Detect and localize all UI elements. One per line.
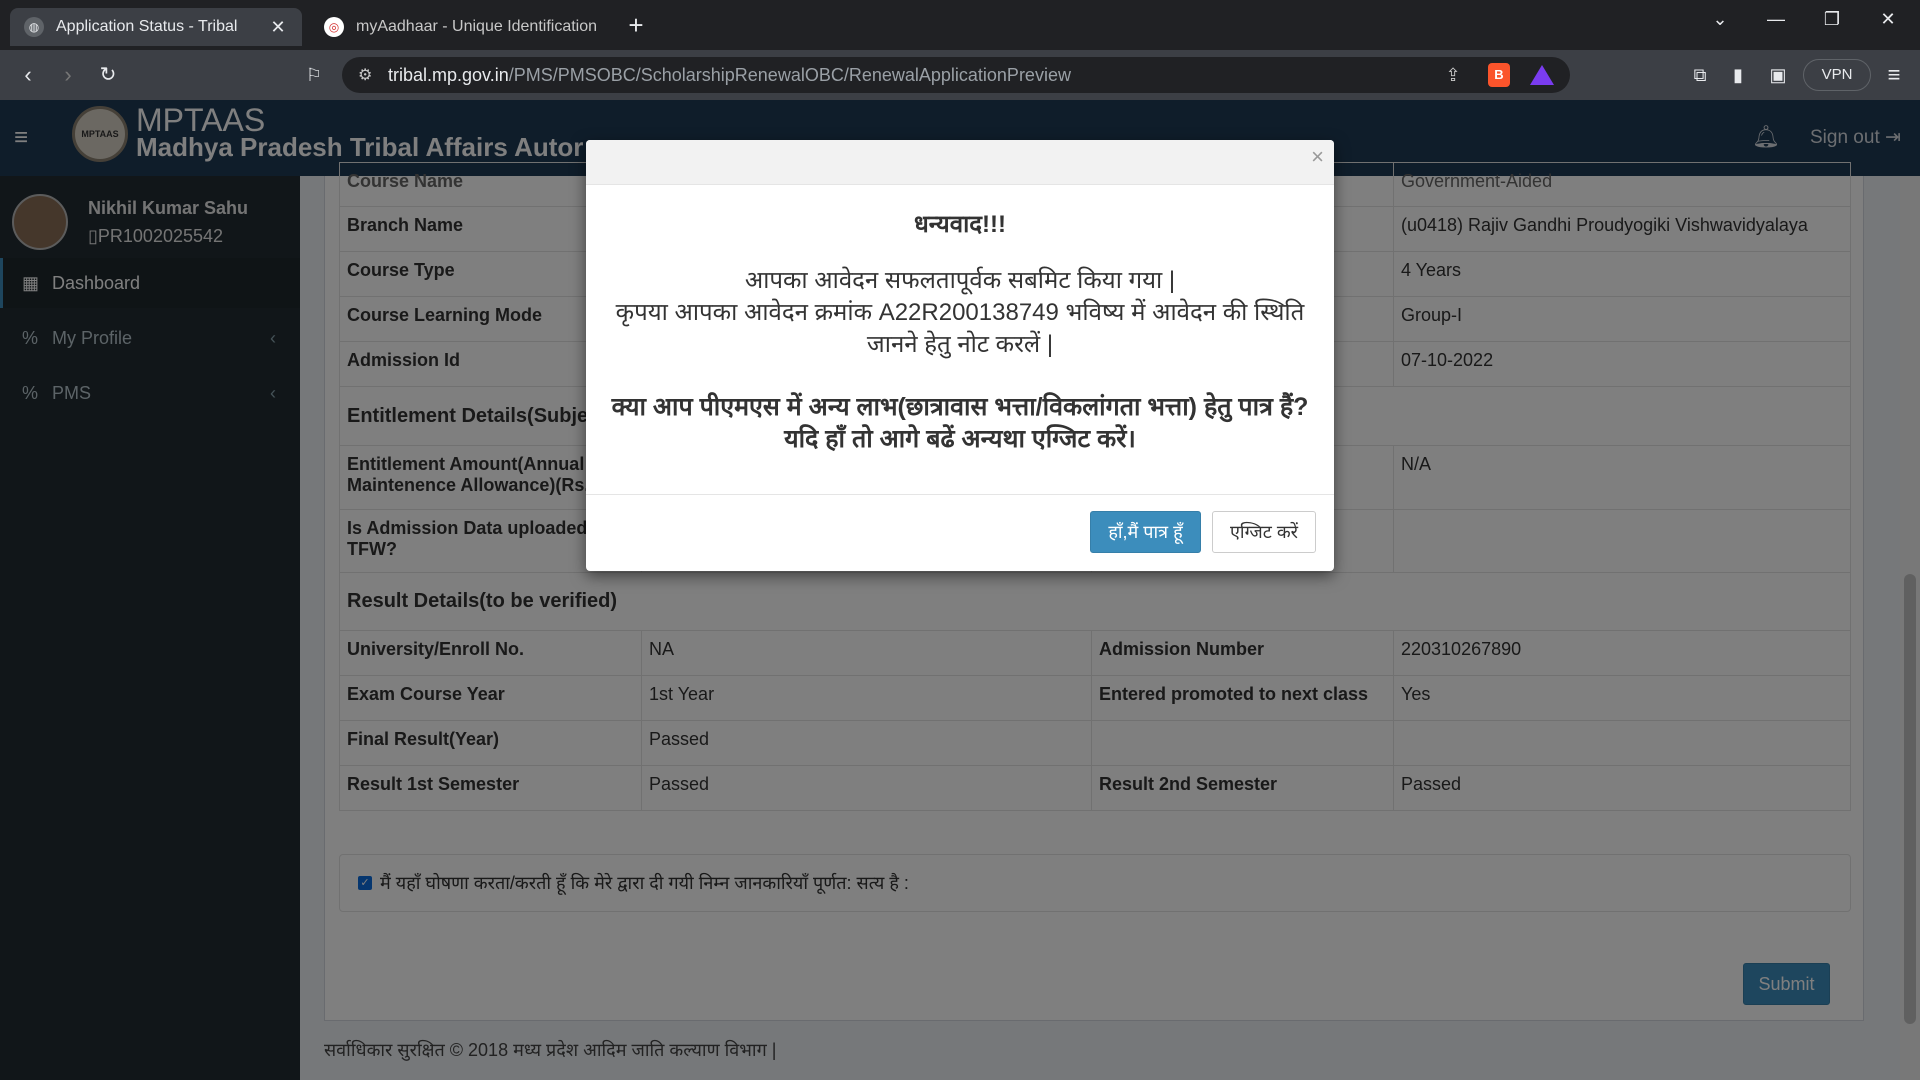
tab-title: Application Status - Tribal [56,18,238,35]
submission-message: आपका आवेदन सफलतापूर्वक सबमिट किया गया | … [614,265,1306,361]
tab-search-icon[interactable]: ⌄ [1692,0,1748,40]
url-text[interactable]: tribal.mp.gov.in/PMS/PMSOBC/ScholarshipR… [388,65,1438,86]
reload-button[interactable]: ↻ [92,59,124,91]
sidebar-toggle-icon[interactable]: ▮ [1722,59,1754,91]
browser-tab-bar: ◍ Application Status - Tribal ✕ ◎ myAadh… [0,0,1920,50]
url-path: /PMS/PMSOBC/ScholarshipRenewalOBC/Renewa… [508,64,1071,85]
aadhaar-icon: ◎ [324,17,344,37]
tab-title: myAadhaar - Unique Identification A [356,18,596,35]
yes-eligible-button[interactable]: हाँ,मैं पात्र हूँ [1090,511,1201,553]
back-button[interactable]: ‹ [12,59,44,91]
menu-icon[interactable]: ≡ [1878,59,1910,91]
address-bar[interactable]: ⚙ tribal.mp.gov.in/PMS/PMSOBC/Scholarshi… [342,57,1570,93]
forward-button[interactable]: › [52,59,84,91]
eligibility-question: क्या आप पीएमएस में अन्य लाभ(छात्रावास भत… [602,391,1318,455]
exit-button[interactable]: एग्जिट करें [1212,511,1316,553]
close-icon[interactable]: × [1311,144,1324,170]
question-line-1: क्या आप पीएमएस में अन्य लाभ(छात्रावास भत… [611,393,1309,421]
question-line-2: यदि हाँ तो आगे बढें अन्यथा एग्जिट करें। [784,425,1136,453]
url-host: tribal.mp.gov.in [388,64,509,85]
restore-button[interactable]: ❐ [1804,0,1860,40]
message-line-1: आपका आवेदन सफलतापूर्वक सबमिट किया गया | [744,267,1176,294]
wallet-icon[interactable]: ▣ [1762,59,1794,91]
thank-you-heading: धन्यवाद!!! [913,211,1007,238]
share-icon[interactable]: ⇪ [1438,65,1468,86]
tab-application-status[interactable]: ◍ Application Status - Tribal ✕ [10,8,302,46]
vpn-label: VPN [1821,66,1853,83]
modal-body: धन्यवाद!!! आपका आवेदन सफलतापूर्वक सबमिट … [586,185,1334,495]
close-tab-icon[interactable]: ✕ [268,17,288,38]
message-line-2: कृपया आपका आवेदन क्रमांक A22R200138749 भ… [615,299,1305,358]
bookmark-icon[interactable]: ⚐ [298,59,330,91]
site-info-icon[interactable]: ⚙ [358,65,388,85]
browser-toolbar: ‹ › ↻ ⚐ ⚙ tribal.mp.gov.in/PMS/PMSOBC/Sc… [0,50,1920,100]
confirmation-modal: × धन्यवाद!!! आपका आवेदन सफलतापूर्वक सबमि… [586,140,1334,571]
minimize-button[interactable]: — [1748,0,1804,40]
tab-myaadhaar[interactable]: ◎ myAadhaar - Unique Identification A [310,8,610,46]
vpn-button[interactable]: VPN [1803,59,1871,91]
brave-shields-icon[interactable]: B [1488,63,1510,87]
globe-icon: ◍ [24,17,44,37]
extensions-icon[interactable]: ⧉ [1684,59,1716,91]
modal-header: × [586,140,1334,185]
new-tab-button[interactable]: + [620,10,652,42]
brave-rewards-icon[interactable] [1530,65,1554,85]
close-window-button[interactable]: ✕ [1860,0,1916,40]
